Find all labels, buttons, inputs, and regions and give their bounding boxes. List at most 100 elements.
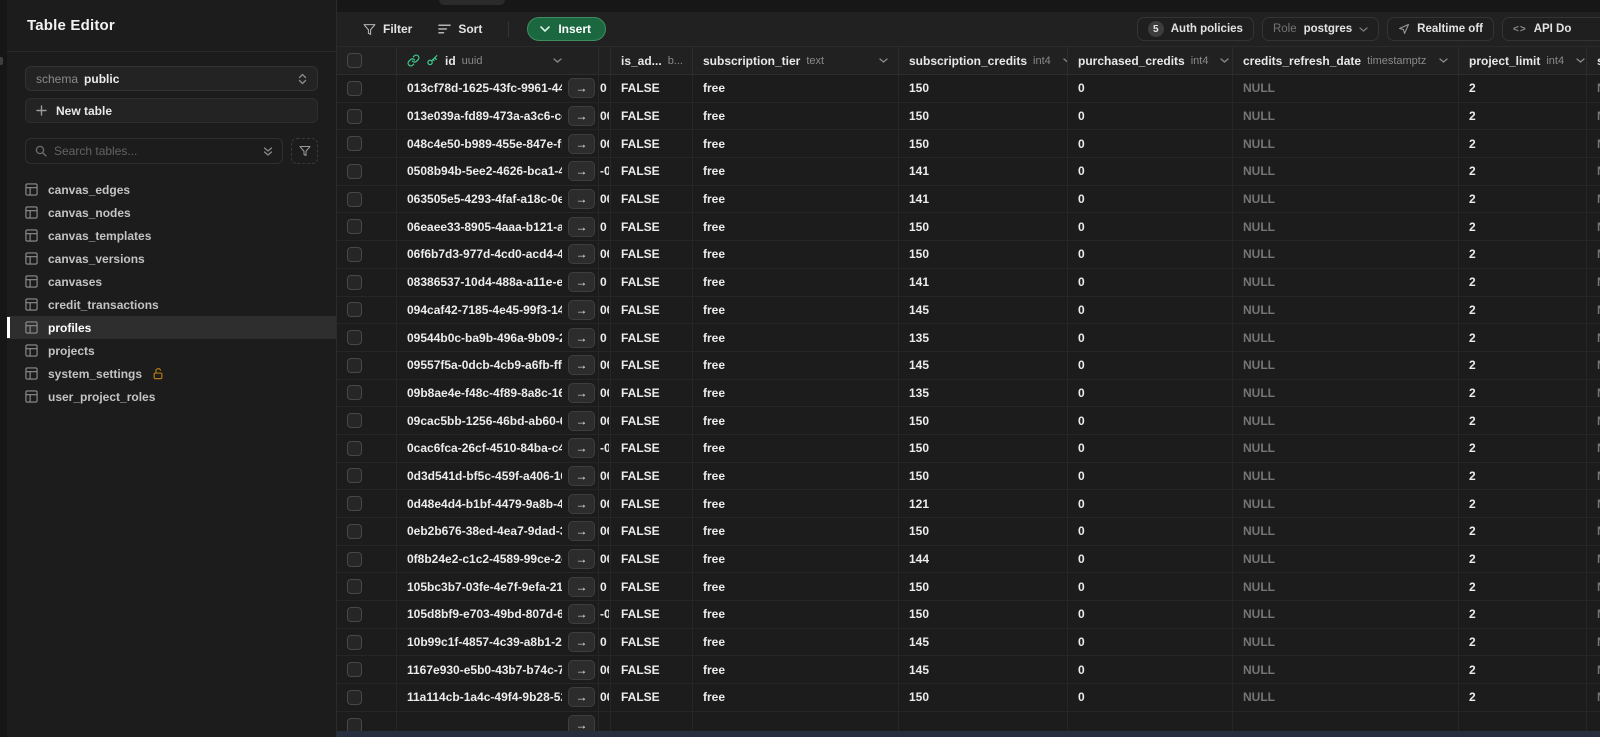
subscription-tier-cell[interactable]: free [693,185,899,213]
expand-row-button[interactable]: → [568,216,595,237]
row-checkbox[interactable] [347,551,362,567]
auth-policies-button[interactable]: 5 Auth policies [1136,17,1254,41]
is-admin-cell[interactable]: FALSE [611,656,693,684]
clipped-right-cell[interactable]: NULL [1587,629,1600,656]
subscription-credits-cell[interactable]: 141 [899,185,1068,213]
clipped-right-cell[interactable]: NULL [1587,158,1600,185]
row-checkbox[interactable] [347,302,362,318]
credits-refresh-date-cell[interactable]: NULL [1233,628,1459,656]
subscription-tier-cell[interactable]: free [693,158,899,185]
clipped-cell[interactable]: 0 [599,628,611,656]
purchased-credits-cell[interactable]: 0 [1068,185,1233,213]
column-header-subscription-credits[interactable]: subscription_credits int4 [899,47,1068,74]
purchased-credits-cell[interactable]: 0 [1068,130,1233,158]
subscription-tier-cell[interactable]: free [693,75,899,102]
expand-row-button[interactable]: → [568,604,595,625]
row-checkbox[interactable] [347,80,362,96]
expand-row-button[interactable]: → [568,410,595,431]
purchased-credits-cell[interactable]: 0 [1068,407,1233,434]
credits-refresh-date-cell[interactable]: NULL [1233,518,1459,545]
row-select-cell[interactable] [337,296,397,324]
row-select-cell[interactable] [337,324,397,351]
subscription-tier-cell[interactable]: free [693,241,899,268]
clipped-cell[interactable]: 00 [599,407,611,434]
clipped-right-cell[interactable]: NULL [1587,656,1600,683]
id-cell[interactable]: 09557f5a-0dcb-4cb9-a6fb-fff366... → [397,351,599,379]
id-cell[interactable]: 09b8ae4e-f48c-4f89-8a8c-1629b... → [397,379,599,407]
project-limit-cell[interactable]: 2 [1459,407,1587,434]
id-cell[interactable]: 09cac5bb-1256-46bd-ab60-64ed... → [397,407,599,434]
is-admin-cell[interactable]: FALSE [611,351,693,379]
id-cell[interactable]: 048c4e50-b989-455e-847e-fb2f... → [397,130,599,158]
is-admin-cell[interactable]: FALSE [611,684,693,711]
clipped-right-cell[interactable]: NULL [1587,103,1600,130]
column-header-subscription-tier[interactable]: subscription_tier text [693,47,899,74]
subscription-tier-cell[interactable]: free [693,434,899,462]
id-cell[interactable]: 10b99c1f-4857-4c39-a8b1-263b8... → [397,628,599,656]
expand-row-button[interactable]: → [568,272,595,293]
subscription-credits-cell[interactable]: 150 [899,518,1068,545]
purchased-credits-cell[interactable]: 0 [1068,324,1233,351]
row-checkbox[interactable] [347,246,362,262]
purchased-credits-cell[interactable]: 0 [1068,656,1233,684]
subscription-tier-cell[interactable]: free [693,656,899,684]
subscription-tier-cell[interactable]: free [693,518,899,545]
column-header-id[interactable]: id uuid [397,47,599,74]
project-limit-cell[interactable]: 2 [1459,573,1587,601]
id-cell[interactable]: 0f8b24e2-c1c2-4589-99ce-2c52d... → [397,545,599,573]
purchased-credits-cell[interactable]: 0 [1068,545,1233,573]
id-cell[interactable]: 013cf78d-1625-43fc-9961-442189... → [397,75,599,102]
credits-refresh-date-cell[interactable]: NULL [1233,102,1459,130]
subscription-tier-cell[interactable]: free [693,573,899,601]
sidebar-item-canvases[interactable]: canvases [7,270,336,293]
credits-refresh-date-cell[interactable]: NULL [1233,185,1459,213]
credits-refresh-date-cell[interactable]: NULL [1233,379,1459,407]
clipped-cell[interactable]: 0 [599,268,611,296]
subscription-tier-cell[interactable]: free [693,601,899,628]
expand-row-button[interactable]: → [568,687,595,708]
row-checkbox[interactable] [347,163,362,179]
subscription-credits-cell[interactable]: 150 [899,102,1068,130]
schema-select[interactable]: schema public [25,66,318,91]
filter-button[interactable]: Filter [355,18,420,40]
clipped-cell[interactable]: -0 [599,434,611,462]
purchased-credits-cell[interactable]: 0 [1068,102,1233,130]
expand-row-button[interactable]: → [568,355,595,376]
is-admin-cell[interactable]: FALSE [611,379,693,407]
purchased-credits-cell[interactable]: 0 [1068,296,1233,324]
clipped-cell[interactable]: 00 [599,296,611,324]
clipped-cell[interactable]: 00 [599,684,611,711]
row-checkbox[interactable] [347,108,362,124]
subscription-tier-cell[interactable]: free [693,296,899,324]
row-checkbox[interactable] [347,357,362,373]
row-checkbox[interactable] [347,440,362,456]
clipped-right-cell[interactable]: NULL [1587,684,1600,711]
purchased-credits-cell[interactable]: 0 [1068,628,1233,656]
is-admin-cell[interactable]: FALSE [611,545,693,573]
purchased-credits-cell[interactable]: 0 [1068,518,1233,545]
id-cell[interactable]: 06eaee33-8905-4aaa-b121-ab552... → [397,213,599,241]
sort-button[interactable]: Sort [430,18,490,40]
subscription-credits-cell[interactable]: 150 [899,684,1068,711]
subscription-credits-cell[interactable]: 141 [899,268,1068,296]
is-admin-cell[interactable]: FALSE [611,518,693,545]
is-admin-cell[interactable]: FALSE [611,407,693,434]
subscription-credits-cell[interactable]: 121 [899,490,1068,517]
project-limit-cell[interactable]: 2 [1459,213,1587,241]
clipped-cell[interactable]: 0 [599,75,611,102]
clipped-cell[interactable]: -0 [599,601,611,628]
credits-refresh-date-cell[interactable]: NULL [1233,684,1459,711]
subscription-credits-cell[interactable]: 150 [899,241,1068,268]
subscription-tier-cell[interactable]: free [693,351,899,379]
row-select-cell[interactable] [337,628,397,656]
project-limit-cell[interactable]: 2 [1459,102,1587,130]
project-limit-cell[interactable]: 2 [1459,684,1587,711]
credits-refresh-date-cell[interactable]: NULL [1233,656,1459,684]
project-limit-cell[interactable]: 2 [1459,462,1587,490]
is-admin-cell[interactable]: FALSE [611,158,693,185]
clipped-cell[interactable]: 00 [599,518,611,545]
subscription-tier-cell[interactable]: free [693,324,899,351]
is-admin-cell[interactable]: FALSE [611,102,693,130]
subscription-credits-cell[interactable]: 144 [899,545,1068,573]
column-header-credits-refresh-date[interactable]: credits_refresh_date timestamptz [1233,47,1459,74]
